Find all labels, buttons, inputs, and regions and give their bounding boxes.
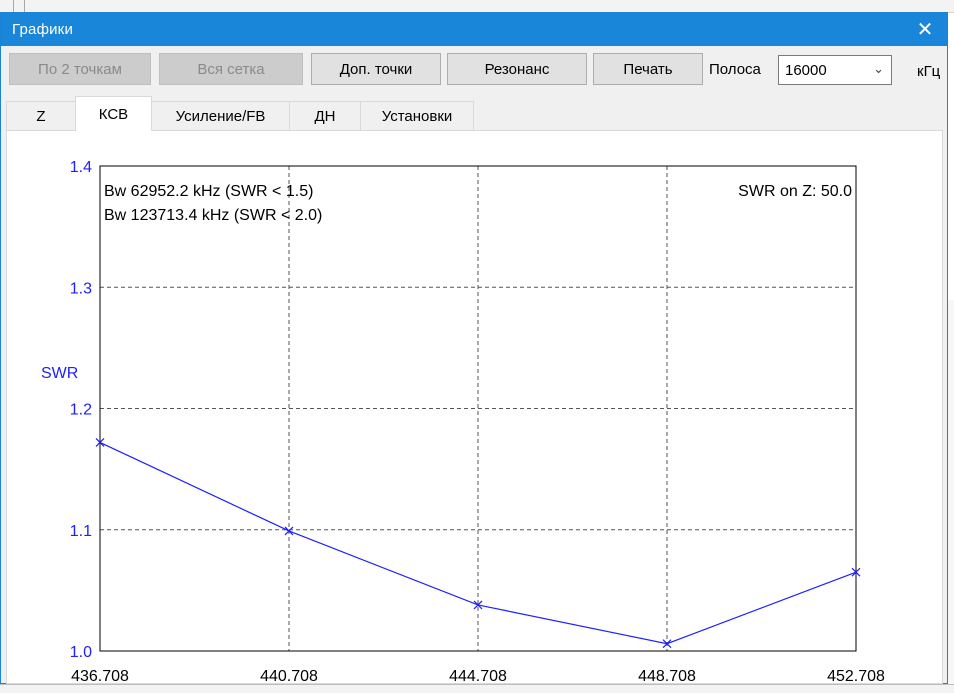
y-tick-label: 1.1 (70, 523, 92, 540)
band-select[interactable]: 16000 ⌄ (778, 55, 892, 85)
print-button[interactable]: Печать (593, 53, 703, 85)
tab-z[interactable]: Z (6, 101, 76, 130)
y-axis-label: SWR (41, 365, 78, 382)
y-tick-label: 1.2 (70, 402, 92, 419)
bandwidth-annotation-2-0: Bw 123713.4 kHz (SWR < 2.0) (104, 207, 322, 224)
toolbar: По 2 точкам Вся сетка Доп. точки Резонан… (1, 50, 947, 90)
chart-panel: 1.0 1.1 1.2 1.3 1.4 436.708 440.708 444.708 448… (6, 130, 943, 685)
bandwidth-annotation-1-5: Bw 62952.2 kHz (SWR < 1.5) (104, 183, 313, 200)
background-right-strip (948, 300, 954, 692)
tab-bar: Z КСВ Усиление/FB ДН Установки (1, 96, 947, 131)
grid (100, 166, 856, 651)
y-tick-label: 1.3 (70, 280, 92, 297)
x-tick-label: 448.708 (638, 668, 696, 683)
full-grid-button[interactable]: Вся сетка (159, 53, 303, 85)
title-bar[interactable]: Графики ✕ (1, 13, 947, 46)
resonance-button[interactable]: Резонанс (447, 53, 587, 85)
graphs-window: Графики ✕ По 2 точкам Вся сетка Доп. точ… (0, 12, 948, 685)
swr-line (99, 441, 857, 645)
y-tick-label: 1.0 (70, 644, 92, 661)
x-tick-label: 444.708 (449, 668, 507, 683)
extra-points-button[interactable]: Доп. точки (311, 53, 441, 85)
x-axis-ticks: 436.708 440.708 444.708 448.708 452.708 (71, 668, 885, 685)
x-tick-label: 436.708 (71, 668, 129, 683)
tab-swr[interactable]: КСВ (75, 96, 152, 131)
band-value: 16000 (785, 62, 827, 79)
background-divider (13, 0, 14, 12)
tab-settings[interactable]: Установки (360, 101, 474, 130)
unit-label: кГц (917, 63, 941, 80)
chevron-down-icon[interactable]: ⌄ (873, 61, 884, 77)
x-tick-label: 440.708 (260, 668, 318, 683)
swr-impedance-annotation: SWR on Z: 50.0 (738, 183, 852, 200)
tab-pattern[interactable]: ДН (289, 101, 361, 130)
two-points-button[interactable]: По 2 точкам (9, 53, 151, 85)
close-icon[interactable]: ✕ (907, 13, 943, 46)
x-tick-label: 452.708 (827, 668, 885, 683)
y-tick-label: 1.4 (70, 159, 92, 176)
swr-chart: 1.0 1.1 1.2 1.3 1.4 436.708 440.708 444.708 448… (41, 159, 885, 685)
y-axis-ticks: 1.0 1.1 1.2 1.3 1.4 (70, 159, 92, 661)
window-title: Графики (12, 21, 74, 38)
background-divider (24, 0, 25, 12)
tab-gain-fb[interactable]: Усиление/FB (151, 101, 290, 130)
band-label: Полоса (709, 61, 761, 78)
